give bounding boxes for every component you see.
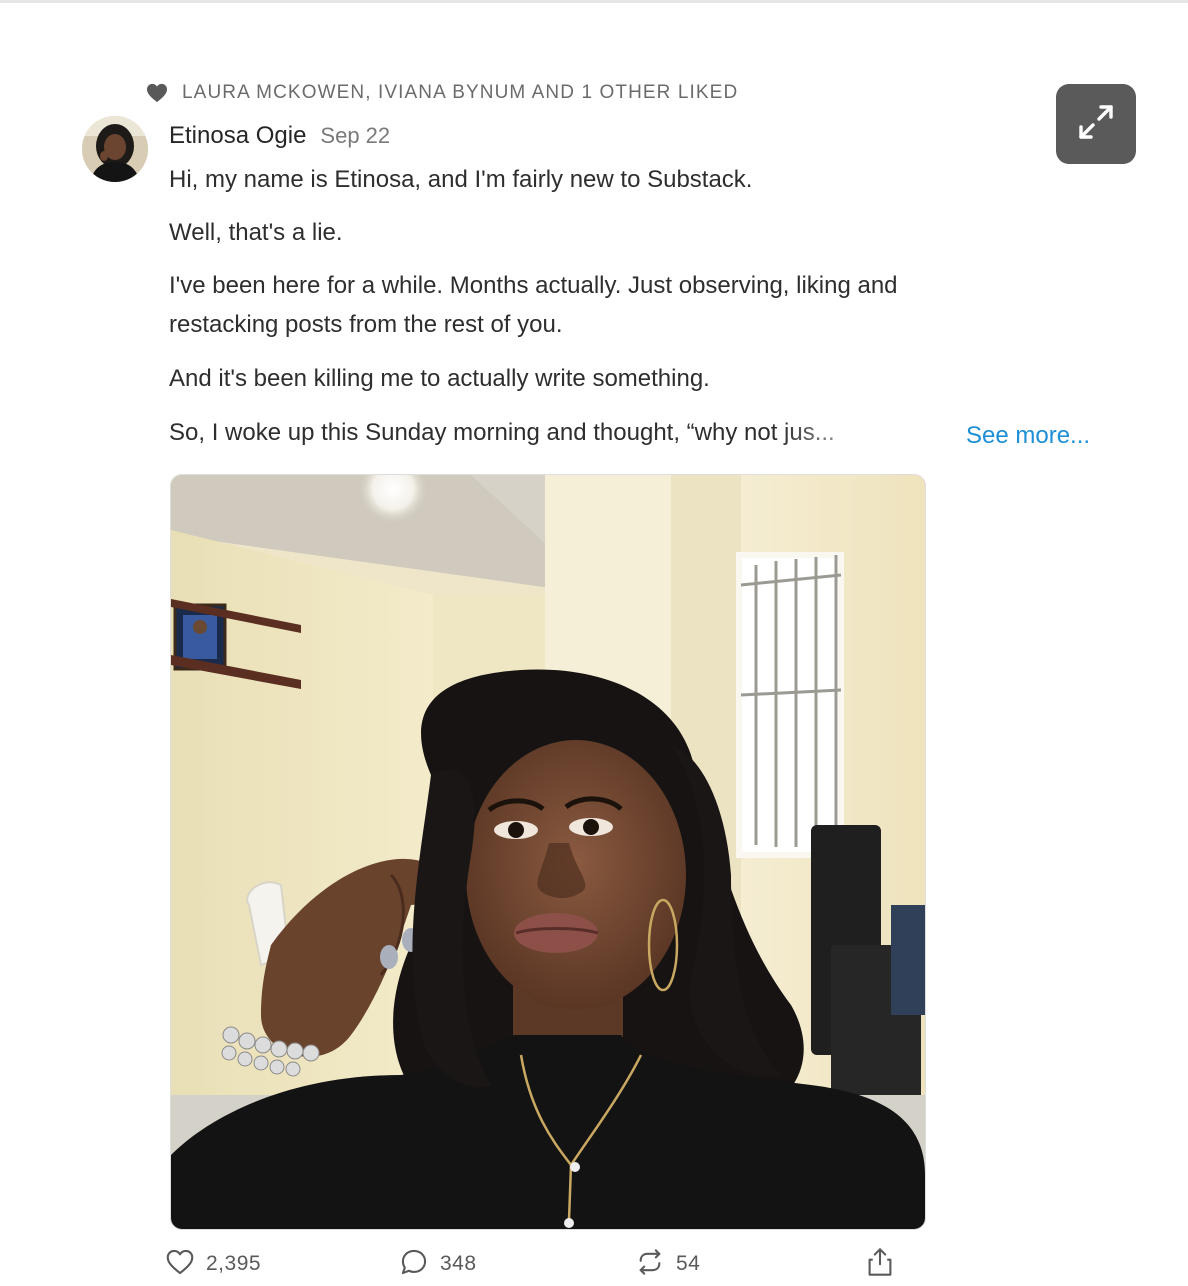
- author-name[interactable]: Etinosa Ogie: [169, 122, 306, 150]
- restack-count: 54: [676, 1252, 701, 1275]
- post-paragraph: Well, that's a lie.: [169, 219, 343, 246]
- author-avatar[interactable]: [82, 116, 148, 182]
- expand-button[interactable]: [1056, 84, 1136, 164]
- like-count: 2,395: [206, 1252, 262, 1275]
- heart-outline-icon: [166, 1249, 194, 1280]
- post-image[interactable]: [170, 474, 926, 1230]
- share-button[interactable]: [866, 1244, 894, 1284]
- post-paragraph-line: restacking posts from the rest of you.: [169, 311, 563, 338]
- restack-icon: [636, 1248, 664, 1281]
- liked-by-text: LAURA MCKOWEN, IVIANA BYNUM AND 1 OTHER …: [182, 82, 739, 103]
- liked-by-row: LAURA MCKOWEN, IVIANA BYNUM AND 1 OTHER …: [146, 80, 738, 106]
- comment-button[interactable]: 348: [400, 1244, 477, 1284]
- post-paragraph: Hi, my name is Etinosa, and I'm fairly n…: [169, 166, 753, 193]
- like-button[interactable]: 2,395: [166, 1244, 261, 1284]
- see-more-link[interactable]: See more...: [966, 416, 1090, 455]
- post-date[interactable]: Sep 22: [320, 123, 390, 149]
- heart-icon: [146, 83, 168, 103]
- post-paragraph: I've been here for a while. Months actua…: [169, 266, 989, 344]
- restack-button[interactable]: 54: [636, 1244, 700, 1284]
- comment-bubble-icon: [400, 1248, 428, 1281]
- text-fade: [780, 413, 930, 452]
- top-divider: [0, 0, 1188, 3]
- post-paragraph-line: I've been here for a while. Months actua…: [169, 272, 898, 299]
- post-header: Etinosa Ogie Sep 22: [169, 122, 390, 154]
- post-actions: 2,395 348 54: [166, 1244, 906, 1284]
- comment-count: 348: [440, 1252, 477, 1275]
- share-icon: [866, 1247, 894, 1282]
- post-paragraph: And it's been killing me to actually wri…: [169, 365, 710, 392]
- expand-arrows-icon: [1073, 99, 1119, 150]
